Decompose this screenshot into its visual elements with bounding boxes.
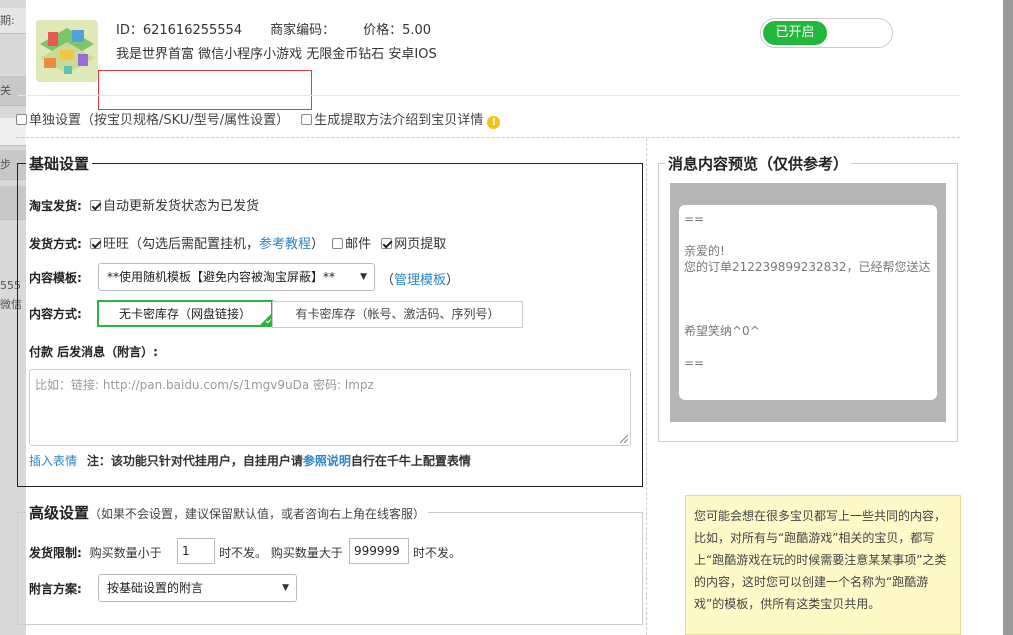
preview-line: [684, 307, 932, 323]
max-quantity-input[interactable]: 999999: [349, 538, 409, 564]
reference-doc-link[interactable]: 参照说明: [303, 454, 351, 468]
enable-toggle[interactable]: 已开启: [760, 18, 893, 48]
merchant-code: 商家编码：: [270, 23, 336, 38]
template-row-label: 内容模板:: [29, 269, 82, 286]
manage-template-link[interactable]: 管理模板: [394, 273, 446, 288]
web-extract-checkbox[interactable]: [381, 238, 393, 249]
product-id: ID：621616255554: [116, 23, 243, 38]
preview-line: [684, 291, 932, 307]
content-mode-row: 内容方式:: [29, 305, 82, 322]
template-select-value: **使用随机模板【避免内容被淘宝屏蔽】**: [107, 270, 336, 284]
error-highlight-box: [98, 70, 312, 110]
chevron-down-icon: ▼: [282, 583, 289, 593]
limit-row: 发货限制: 购买数量小于: [29, 544, 162, 561]
bg-cell-2: 关: [0, 76, 26, 106]
manage-close: ）: [446, 273, 460, 288]
emoji-note-pre: 注：该功能只针对代挂用户，自挂用户请: [86, 454, 303, 468]
preview-line: 亲爱的!: [684, 244, 725, 258]
wangwang-label: 旺旺（勾选后需配置挂机，: [102, 237, 259, 252]
warning-icon[interactable]: !: [487, 116, 501, 129]
limit-label: 发货限制:: [29, 546, 82, 560]
manage-open: （: [381, 273, 395, 288]
modal-scrollbar-track[interactable]: [1003, 0, 1013, 635]
mail-label: 邮件: [345, 237, 372, 252]
advanced-legend-hint: （如果不会设置，建议保留默认值，或者咨询右上角在线客服）: [89, 507, 426, 521]
tab-no-card-label: 无卡密库存（网盘链接）: [118, 307, 251, 321]
preview-line: [684, 275, 932, 291]
limit-mid: 时不发。 购买数量大于: [219, 546, 343, 560]
mail-checkbox[interactable]: [332, 238, 344, 249]
advanced-settings-fieldset: 高级设置（如果不会设置，建议保留默认值，或者咨询右上角在线客服） 发货限制: 购…: [17, 502, 643, 625]
insert-emoji-link[interactable]: 插入表情: [29, 454, 77, 468]
reference-tutorial-link[interactable]: 参考教程: [259, 237, 311, 252]
chevron-down-icon: ▼: [360, 272, 367, 282]
product-thumbnail: [36, 20, 98, 82]
wangwang-checkbox[interactable]: [89, 238, 101, 249]
tip-note: 您可能会想在很多宝贝都写上一些共同的内容，比如，对所有与“跑酷游戏”相关的宝贝，…: [685, 495, 961, 635]
taobao-label: 淘宝发货:: [29, 199, 82, 213]
limit-pre: 购买数量小于: [89, 546, 162, 560]
message-textarea[interactable]: 比如：链接: http://pan.baidu.com/s/1mgv9uDa 密…: [29, 369, 631, 446]
scheme-select[interactable]: 按基础设置的附言 ▼: [98, 574, 297, 602]
section-divider: [16, 137, 960, 138]
advanced-settings-legend: 高级设置（如果不会设置，建议保留默认值，或者咨询右上角在线客服）: [26, 502, 429, 523]
basic-settings-legend: 基础设置: [26, 153, 93, 174]
taobao-auto-checkbox[interactable]: [89, 200, 101, 211]
emoji-note-post: 自行在千牛上配置表情: [350, 454, 471, 468]
basic-settings-fieldset: 基础设置 淘宝发货: 自动更新发货状态为已发货 发货方式: 旺旺（勾选后需配置挂…: [17, 153, 643, 487]
product-meta: ID：621616255554 商家编码： 价格：5.00: [116, 19, 459, 38]
after-pay-label: 付款 后发消息（附言）:: [29, 345, 158, 359]
preview-line: 希望笑纳^0^: [684, 324, 760, 338]
manage-template: （管理模板）: [381, 269, 459, 288]
generate-checkbox[interactable]: [301, 114, 313, 125]
message-placeholder: 比如：链接: http://pan.baidu.com/s/1mgv9uDa 密…: [35, 378, 374, 392]
preview-line: ==: [684, 356, 705, 370]
after-pay-row: 付款 后发消息（附言）:: [29, 343, 158, 360]
product-title: 我是世界首富 微信小程序小游戏 无限金币钻石 安卓IOS: [116, 47, 437, 62]
taobao-auto-label: 自动更新发货状态为已发货: [102, 199, 259, 214]
tab-no-card-stock[interactable]: 无卡密库存（网盘链接）: [97, 300, 273, 327]
column-divider: [646, 138, 647, 635]
tab-card-label: 有卡密库存（帐号、激活码、序列号）: [295, 307, 500, 321]
taobao-row: 淘宝发货: 自动更新发货状态为已发货: [29, 195, 259, 214]
generate-label: 生成提取方法介绍到宝贝详情: [314, 113, 484, 128]
preview-legend: 消息内容预览（仅供参考）: [665, 153, 852, 174]
scheme-select-value: 按基础设置的附言: [107, 581, 204, 595]
emoji-row: 插入表情 注：该功能只针对代挂用户，自挂用户请参照说明自行在千牛上配置表情: [29, 452, 471, 469]
wangwang-close: ）: [310, 237, 324, 252]
advanced-legend-title: 高级设置: [29, 504, 90, 522]
preview-line: 您的订单212239899232832，已经帮您送达: [684, 260, 931, 274]
product-price: 价格：5.00: [363, 23, 432, 38]
tab-card-stock[interactable]: 有卡密库存（帐号、激活码、序列号）: [272, 301, 523, 328]
limit-post: 时不发。: [413, 546, 462, 560]
emoji-note: 注：该功能只针对代挂用户，自挂用户请参照说明自行在千牛上配置表情: [87, 454, 471, 468]
preview-line: ==: [684, 212, 705, 226]
preview-line: [684, 227, 932, 243]
checkmark-icon: [260, 314, 271, 325]
delivery-row: 发货方式: 旺旺（勾选后需配置挂机，参考教程） 邮件 网页提取: [29, 233, 446, 252]
top-options: 单独设置（按宝贝规格/SKU/型号/属性设置） 生成提取方法介绍到宝贝详情 !: [16, 109, 501, 129]
scheme-row: 附言方案:: [29, 580, 82, 597]
template-select[interactable]: **使用随机模板【避免内容被淘宝屏蔽】** ▼: [98, 263, 375, 291]
delivery-label: 发货方式:: [29, 237, 82, 251]
min-quantity-input[interactable]: 1: [177, 538, 215, 564]
preview-line: [684, 339, 932, 355]
individual-label: 单独设置（按宝贝规格/SKU/型号/属性设置）: [29, 113, 290, 128]
content-mode-label: 内容方式:: [29, 307, 82, 321]
web-extract-label: 网页提取: [394, 237, 447, 252]
resize-grip-icon[interactable]: [620, 435, 628, 443]
template-label: 内容模板:: [29, 271, 82, 285]
bg-cell-1: 期:: [0, 8, 26, 34]
header-divider: [18, 95, 960, 96]
toggle-on-label: 已开启: [763, 21, 827, 45]
individual-checkbox[interactable]: [16, 114, 27, 125]
scheme-label: 附言方案:: [29, 582, 82, 596]
preview-message-bubble: == 亲爱的! 您的订单212239899232832，已经帮您送达 希望笑纳^…: [679, 205, 937, 400]
